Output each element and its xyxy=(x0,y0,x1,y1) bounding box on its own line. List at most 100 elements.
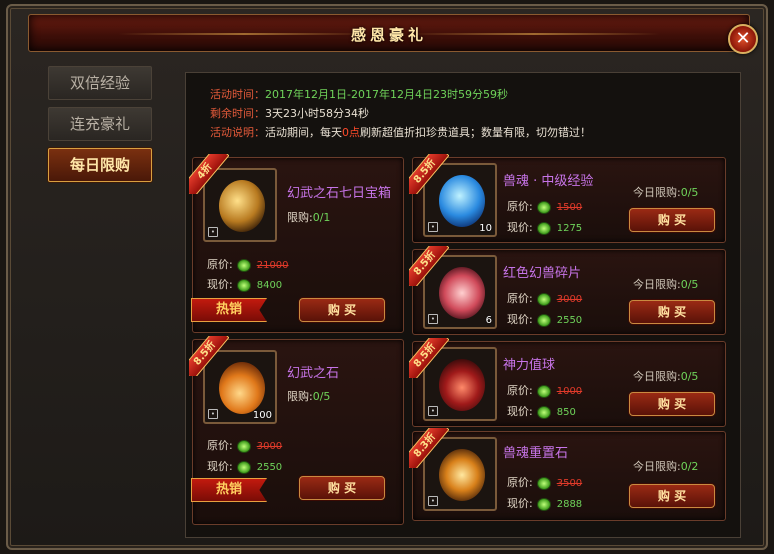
item-name: 神力值球 xyxy=(503,358,556,373)
discount-label: 8.5折 xyxy=(409,338,449,378)
item-card-small-0: • 10 8.5折 兽魂 · 中级经验 今日限购:0/5 原价: 1500 现价:… xyxy=(409,154,726,243)
desc-label: 活动说明： xyxy=(210,126,265,139)
item-count: 100 xyxy=(252,410,272,421)
orig-value: 21000 xyxy=(256,260,289,271)
desc-pre: 活动期间，每天 xyxy=(265,126,342,139)
gem-coin-icon xyxy=(536,221,551,235)
now-value: 850 xyxy=(556,407,576,418)
gem-coin-icon xyxy=(236,258,251,272)
gem-coin-icon xyxy=(536,200,551,214)
daily-label: 今日限购: xyxy=(633,370,681,383)
buy-button[interactable]: 购 买 xyxy=(629,208,715,232)
bind-lock-icon: • xyxy=(428,496,438,506)
now-label: 现价: xyxy=(507,313,533,326)
orig-label: 原价: xyxy=(507,476,533,489)
gem-coin-icon xyxy=(536,476,551,490)
buy-button[interactable]: 购 买 xyxy=(629,300,715,324)
item-limit: 限购:0/1 xyxy=(287,209,330,225)
item-name: 幻武之石七日宝箱 xyxy=(287,186,392,201)
tab-double-exp[interactable]: 双倍经验 xyxy=(48,66,152,100)
item-card-big-1: • 100 8.5折 幻武之石 限购:0/5 原价: 3000 现价: 2550 热… xyxy=(189,336,404,525)
desc-highlight: 0点 xyxy=(342,126,360,139)
discount-ribbon: 8.5折 xyxy=(409,154,449,194)
now-price: 现价: 2550 xyxy=(507,311,582,327)
hot-sale-badge: 热销 xyxy=(191,298,267,322)
orig-label: 原价: xyxy=(507,292,533,305)
now-value: 2550 xyxy=(556,315,583,326)
now-value: 1275 xyxy=(556,223,583,234)
discount-label: 8.5折 xyxy=(189,336,229,376)
time-label: 活动时间： xyxy=(210,88,265,101)
orig-price: 原价: 3500 xyxy=(507,474,582,490)
daily-limit: 今日限购:0/2 xyxy=(633,458,698,474)
limit-label: 限购: xyxy=(287,390,313,403)
now-label: 现价: xyxy=(207,460,233,473)
gem-coin-icon xyxy=(236,460,251,474)
gem-coin-icon xyxy=(536,292,551,306)
buy-button[interactable]: 购 买 xyxy=(629,392,715,416)
item-count: 10 xyxy=(479,223,492,234)
now-label: 现价: xyxy=(507,405,533,418)
now-price: 现价: 2550 xyxy=(207,458,282,474)
daily-label: 今日限购: xyxy=(633,186,681,199)
item-name: 兽魂重置石 xyxy=(503,446,569,461)
item-count: 6 xyxy=(485,315,492,326)
orig-label: 原价: xyxy=(207,258,233,271)
buy-button[interactable]: 购 买 xyxy=(629,484,715,508)
tab-recharge-gift[interactable]: 连充豪礼 xyxy=(48,107,152,141)
tab-daily-limited[interactable]: 每日限购 xyxy=(48,148,152,182)
item-name: 红色幻兽碎片 xyxy=(503,266,582,281)
daily-value: 0/5 xyxy=(680,370,699,383)
orig-label: 原价: xyxy=(507,384,533,397)
orig-label: 原价: xyxy=(207,439,233,452)
buy-button[interactable]: 购 买 xyxy=(299,476,385,500)
gem-coin-icon xyxy=(536,405,551,419)
daily-label: 今日限购: xyxy=(633,278,681,291)
bind-lock-icon: • xyxy=(208,409,218,419)
content-panel: 活动时间：2017年12月1日-2017年12月4日23时59分59秒 剩余时间… xyxy=(185,72,741,538)
now-price: 现价: 8400 xyxy=(207,276,282,292)
daily-value: 0/2 xyxy=(680,460,699,473)
item-card-small-1: • 6 8.5折 红色幻兽碎片 今日限购:0/5 原价: 3000 现价: 2550… xyxy=(409,246,726,335)
item-limit: 限购:0/5 xyxy=(287,388,330,404)
window-title: 感恩豪礼 xyxy=(350,26,427,44)
desc-post: 刷新超值折扣珍贵道具；数量有限，切勿错过！ xyxy=(360,126,591,139)
daily-value: 0/5 xyxy=(680,186,699,199)
now-value: 2550 xyxy=(256,462,283,473)
discount-ribbon: 8.3折 xyxy=(409,428,449,468)
close-icon[interactable]: ✕ xyxy=(728,24,758,54)
daily-limit: 今日限购:0/5 xyxy=(633,368,698,384)
now-value: 8400 xyxy=(256,280,283,291)
orig-price: 原价: 3000 xyxy=(207,437,282,453)
discount-ribbon: 8.5折 xyxy=(189,336,229,376)
bind-lock-icon: • xyxy=(428,314,438,324)
now-label: 现价: xyxy=(207,278,233,291)
now-price: 现价: 850 xyxy=(507,403,576,419)
item-card-small-3: • 8.3折 兽魂重置石 今日限购:0/2 原价: 3500 现价: 2888 购 … xyxy=(409,428,726,521)
gift-window: 感恩豪礼 ✕ 双倍经验 连充豪礼 每日限购 活动时间：2017年12月1日-20… xyxy=(6,4,768,550)
orig-value: 3500 xyxy=(556,478,583,489)
gem-coin-icon xyxy=(536,384,551,398)
orig-label: 原价: xyxy=(507,200,533,213)
orig-price: 原价: 3000 xyxy=(507,290,582,306)
discount-ribbon: 8.5折 xyxy=(409,338,449,378)
orig-value: 1500 xyxy=(556,202,583,213)
gem-coin-icon xyxy=(236,439,251,453)
discount-ribbon: 4折 xyxy=(189,154,229,194)
now-price: 现价: 2888 xyxy=(507,495,582,511)
buy-button[interactable]: 购 买 xyxy=(299,298,385,322)
bind-lock-icon: • xyxy=(208,227,218,237)
orig-price: 原价: 21000 xyxy=(207,256,289,272)
orig-price: 原价: 1500 xyxy=(507,198,582,214)
limit-label: 限购: xyxy=(287,211,313,224)
limit-value: 0/1 xyxy=(312,211,331,224)
item-card-big-0: • 4折 幻武之石七日宝箱 限购:0/1 原价: 21000 现价: 8400 热销… xyxy=(189,154,404,333)
sidebar: 双倍经验 连充豪礼 每日限购 xyxy=(48,66,160,189)
discount-label: 4折 xyxy=(189,154,229,194)
bind-lock-icon: • xyxy=(428,406,438,416)
item-card-small-2: • 8.5折 神力值球 今日限购:0/5 原价: 1000 现价: 850 购 买 xyxy=(409,338,726,427)
now-value: 2888 xyxy=(556,499,583,510)
discount-label: 8.5折 xyxy=(409,154,449,194)
event-info: 活动时间：2017年12月1日-2017年12月4日23时59分59秒 剩余时间… xyxy=(210,85,591,142)
discount-label: 8.5折 xyxy=(409,246,449,286)
